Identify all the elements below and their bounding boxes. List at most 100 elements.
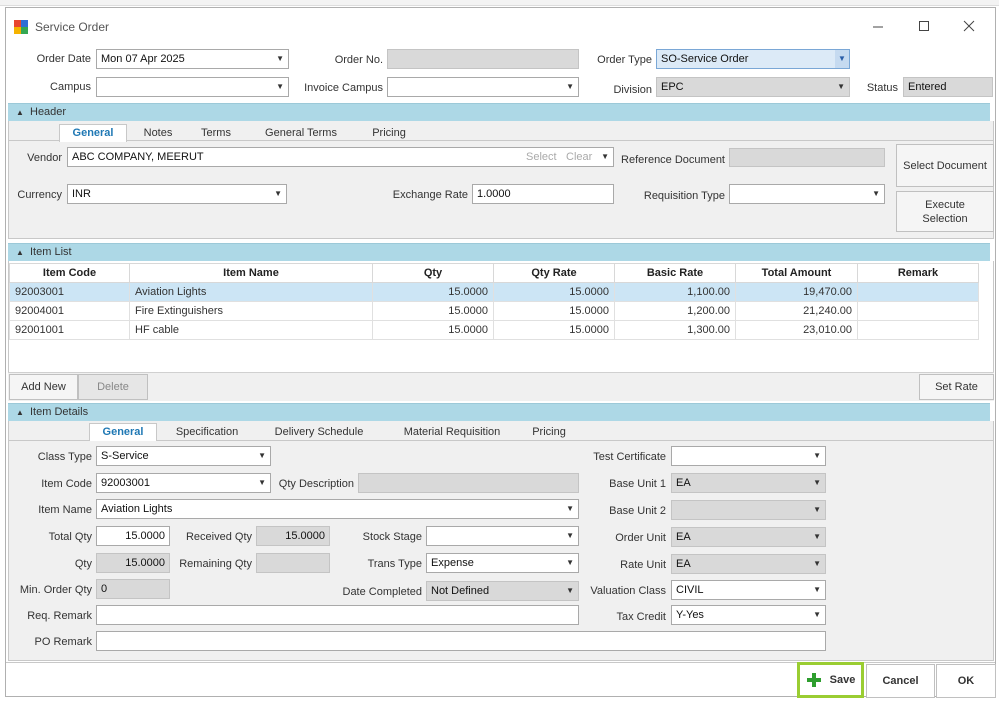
stock-stage-field[interactable]: ▼ — [426, 526, 579, 546]
cell-qty-rate: 15.0000 — [493, 301, 615, 321]
qty-field[interactable]: 15.0000 — [96, 553, 170, 573]
col-item-code[interactable]: Item Code — [9, 263, 130, 283]
col-item-name[interactable]: Item Name — [129, 263, 373, 283]
reference-document-field[interactable] — [729, 148, 885, 167]
tab-item-pricing[interactable]: Pricing — [526, 425, 572, 439]
col-total-amount[interactable]: Total Amount — [735, 263, 858, 283]
col-qty-rate[interactable]: Qty Rate — [493, 263, 615, 283]
collapse-up-icon: ▲ — [16, 248, 24, 257]
order-date-field[interactable]: Mon 07 Apr 2025 ▼ — [96, 49, 289, 69]
col-qty[interactable]: Qty — [372, 263, 494, 283]
order-no-field[interactable] — [387, 49, 579, 69]
item-list-section-title: Item List — [30, 246, 72, 258]
trans-type-field[interactable]: Expense ▼ — [426, 553, 579, 573]
cell-remark — [857, 301, 979, 321]
item-name-field[interactable]: Aviation Lights ▼ — [96, 499, 579, 519]
base-unit-2-field[interactable]: ▼ — [671, 500, 826, 520]
set-rate-button[interactable]: Set Rate — [919, 374, 994, 400]
tab-item-material-requisition[interactable]: Material Requisition — [394, 425, 510, 439]
tab-header-terms[interactable]: Terms — [195, 126, 237, 140]
chevron-down-icon: ▼ — [813, 610, 821, 619]
exchange-rate-field[interactable]: 1.0000 — [472, 184, 614, 204]
item-code-field[interactable]: 92003001 ▼ — [96, 473, 271, 493]
received-qty-label: Received Qty — [185, 531, 252, 543]
header-tabs-baseline — [9, 140, 993, 141]
total-qty-field[interactable]: 15.0000 — [96, 526, 170, 546]
rate-unit-label: Rate Unit — [620, 559, 666, 571]
test-certificate-field[interactable]: ▼ — [671, 446, 826, 466]
campus-field[interactable]: ▼ — [96, 77, 289, 97]
division-field[interactable]: EPC ▼ — [656, 77, 850, 97]
order-type-field[interactable]: SO-Service Order ▼ — [656, 49, 850, 69]
campus-label: Campus — [50, 81, 91, 93]
cell-total-amount: 19,470.00 — [735, 282, 858, 302]
currency-field[interactable]: INR ▼ — [67, 184, 287, 204]
cancel-button[interactable]: Cancel — [866, 664, 935, 698]
tab-item-specification[interactable]: Specification — [170, 425, 244, 439]
trans-type-value: Expense — [431, 557, 474, 569]
order-unit-field[interactable]: EA ▼ — [671, 527, 826, 547]
po-remark-field[interactable] — [96, 631, 826, 651]
table-row[interactable]: 92003001 Aviation Lights 15.0000 15.0000… — [9, 282, 979, 302]
date-completed-value: Not Defined — [431, 585, 490, 597]
table-row[interactable]: 92004001 Fire Extinguishers 15.0000 15.0… — [9, 301, 979, 321]
item-code-label: Item Code — [41, 478, 92, 490]
tab-header-general-terms[interactable]: General Terms — [258, 126, 344, 140]
total-qty-label: Total Qty — [48, 531, 92, 543]
item-details-section-bar[interactable]: ▲ Item Details — [8, 403, 990, 421]
status-label: Status — [866, 82, 898, 94]
chevron-down-icon: ▼ — [813, 451, 821, 460]
table-row[interactable]: 92001001 HF cable 15.0000 15.0000 1,300.… — [9, 320, 979, 340]
chevron-down-icon: ▼ — [813, 532, 821, 541]
maximize-button[interactable] — [916, 18, 932, 34]
tab-item-delivery-schedule[interactable]: Delivery Schedule — [268, 425, 370, 439]
col-remark[interactable]: Remark — [857, 263, 979, 283]
vendor-select-link[interactable]: Select — [526, 148, 557, 166]
add-new-button[interactable]: Add New — [9, 374, 78, 400]
col-basic-rate[interactable]: Basic Rate — [614, 263, 736, 283]
save-label: Save — [829, 674, 856, 686]
execute-selection-button[interactable]: Execute Selection — [896, 191, 994, 232]
tab-header-notes[interactable]: Notes — [138, 126, 178, 140]
minimize-button[interactable] — [870, 18, 886, 34]
header-section-bar[interactable]: ▲ Header — [8, 103, 990, 121]
invoice-campus-field[interactable]: ▼ — [387, 77, 579, 97]
order-date-label: Order Date — [36, 53, 91, 65]
tab-header-general[interactable]: General — [59, 124, 127, 142]
status-field[interactable]: Entered — [903, 77, 993, 97]
chevron-down-icon: ▼ — [258, 478, 266, 487]
header-section-title: Header — [30, 106, 67, 118]
cell-total-amount: 21,240.00 — [735, 301, 858, 321]
qty-description-field[interactable] — [358, 473, 579, 493]
close-button[interactable] — [961, 18, 977, 34]
requisition-type-field[interactable]: ▼ — [729, 184, 885, 204]
valuation-class-field[interactable]: CIVIL ▼ — [671, 580, 826, 600]
save-button[interactable]: Save — [797, 662, 864, 698]
tab-header-pricing[interactable]: Pricing — [364, 126, 414, 140]
cell-item-name: Fire Extinguishers — [129, 301, 373, 321]
delete-button[interactable]: Delete — [78, 374, 148, 400]
ok-button[interactable]: OK — [936, 664, 996, 698]
vendor-value: ABC COMPANY, MEERUT — [72, 151, 204, 163]
tab-item-general[interactable]: General — [89, 423, 157, 441]
remaining-qty-field[interactable] — [256, 553, 330, 573]
class-type-label: Class Type — [37, 451, 92, 463]
background-window-strip — [0, 0, 999, 6]
remaining-qty-label: Remaining Qty — [179, 558, 252, 570]
vendor-field[interactable]: ABC COMPANY, MEERUT Select Clear ▼ — [67, 147, 614, 167]
select-document-button[interactable]: Select Document — [896, 144, 994, 187]
req-remark-field[interactable] — [96, 605, 579, 625]
base-unit-1-field[interactable]: EA ▼ — [671, 473, 826, 493]
cell-basic-rate: 1,300.00 — [614, 320, 736, 340]
item-list-section-bar[interactable]: ▲ Item List — [8, 243, 990, 261]
tax-credit-field[interactable]: Y-Yes ▼ — [671, 605, 826, 625]
vendor-clear-link[interactable]: Clear — [566, 148, 592, 166]
plus-icon — [806, 673, 821, 687]
received-qty-field[interactable]: 15.0000 — [256, 526, 330, 546]
rate-unit-field[interactable]: EA ▼ — [671, 554, 826, 574]
class-type-field[interactable]: S-Service ▼ — [96, 446, 271, 466]
chevron-down-icon: ▼ — [274, 189, 282, 198]
item-name-value: Aviation Lights — [101, 503, 173, 515]
date-completed-field[interactable]: Not Defined ▼ — [426, 581, 579, 601]
min-order-qty-field[interactable]: 0 — [96, 579, 170, 599]
